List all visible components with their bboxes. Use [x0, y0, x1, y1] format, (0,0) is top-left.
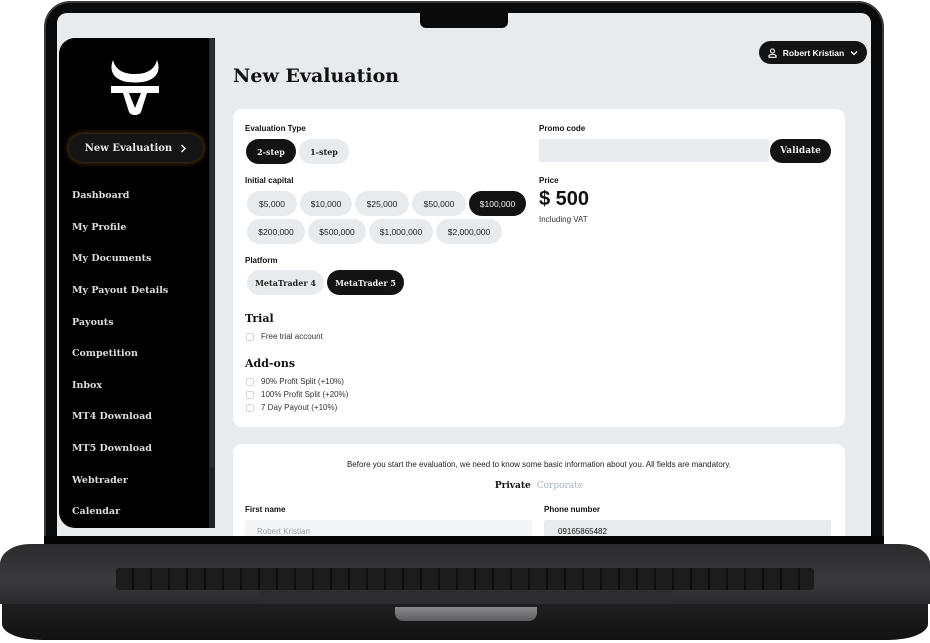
- addons-heading: Add-ons: [245, 357, 296, 370]
- phone-number-input[interactable]: 09165865482: [544, 520, 831, 536]
- capital-option-25000[interactable]: $25,000: [355, 191, 409, 216]
- promo-code-input[interactable]: [539, 139, 769, 162]
- capital-option-1000000[interactable]: $1,000,000: [369, 219, 433, 244]
- trial-heading: Trial: [245, 312, 274, 325]
- laptop-opening-lip: [395, 607, 537, 621]
- free-trial-checkbox[interactable]: [246, 332, 254, 341]
- price-vat-note: Including VAT: [539, 215, 588, 224]
- evaluation-type-2-step[interactable]: 2-step: [246, 139, 296, 164]
- evaluation-type-1-step[interactable]: 1-step: [299, 139, 349, 164]
- sidebar-item-calendar[interactable]: Calendar: [72, 496, 202, 528]
- sidebar-item-inbox[interactable]: Inbox: [72, 370, 202, 402]
- addon-label: 7 Day Payout (+10%): [261, 403, 338, 412]
- sidebar-nav: Dashboard My Profile My Documents My Pay…: [72, 180, 202, 528]
- laptop-base: [0, 536, 930, 643]
- platform-metatrader-4[interactable]: MetaTrader 4: [247, 270, 324, 295]
- initial-capital-label: Initial capital: [245, 176, 294, 185]
- addon-option[interactable]: 90% Profit Split (+10%): [246, 377, 344, 386]
- sidebar-item-competition[interactable]: Competition: [72, 338, 202, 370]
- addon-100-profit-split-checkbox[interactable]: [246, 390, 254, 399]
- tab-private[interactable]: Private: [495, 481, 531, 491]
- evaluation-config-card: Evaluation Type 2-step 1-step Initial ca…: [233, 109, 845, 427]
- addon-90-profit-split-checkbox[interactable]: [246, 377, 254, 386]
- addon-label: 100% Profit Split (+20%): [261, 390, 349, 399]
- addon-option[interactable]: 7 Day Payout (+10%): [246, 403, 337, 412]
- capital-option-50000[interactable]: $50,000: [412, 191, 466, 216]
- sidebar-item-mt5-download[interactable]: MT5 Download: [72, 433, 202, 465]
- platform-metatrader-5[interactable]: MetaTrader 5: [327, 270, 404, 295]
- phone-number-label: Phone number: [544, 505, 601, 514]
- addon-label: 90% Profit Split (+10%): [261, 377, 344, 386]
- camera-notch: [420, 13, 508, 28]
- new-evaluation-label: New Evaluation: [84, 142, 173, 154]
- capital-option-200000[interactable]: $200,000: [247, 219, 305, 244]
- first-name-label: First name: [245, 505, 286, 514]
- capital-option-100000[interactable]: $100,000: [469, 191, 526, 216]
- price-value: $ 500: [539, 188, 590, 210]
- sidebar-item-payouts[interactable]: Payouts: [72, 306, 202, 338]
- sidebar: New Evaluation Dashboard My Profile My D…: [59, 38, 215, 528]
- capital-option-5000[interactable]: $5,000: [247, 191, 297, 216]
- page-title: New Evaluation: [233, 65, 400, 87]
- personal-info-card: Before you start the evaluation, we need…: [233, 444, 845, 536]
- chevron-down-icon: [850, 50, 858, 55]
- capital-option-10000[interactable]: $10,000: [300, 191, 352, 216]
- personal-info-notice: Before you start the evaluation, we need…: [346, 460, 732, 469]
- price-label: Price: [539, 176, 559, 185]
- sidebar-item-my-payout-details[interactable]: My Payout Details: [72, 275, 202, 307]
- capital-option-2000000[interactable]: $2,000,000: [436, 219, 502, 244]
- user-icon: [768, 47, 777, 58]
- validate-button[interactable]: Validate: [770, 139, 831, 163]
- new-evaluation-button[interactable]: New Evaluation: [69, 134, 203, 162]
- sidebar-scrollbar[interactable]: [209, 38, 215, 528]
- sidebar-item-my-profile[interactable]: My Profile: [72, 212, 202, 244]
- free-trial-label: Free trial account: [261, 332, 323, 341]
- sidebar-scrollbar-thumb[interactable]: [210, 38, 214, 468]
- promo-code-label: Promo code: [539, 124, 586, 133]
- free-trial-option[interactable]: Free trial account: [246, 332, 323, 341]
- tab-corporate[interactable]: Corporate: [537, 481, 583, 491]
- sidebar-item-mt4-download[interactable]: MT4 Download: [72, 401, 202, 433]
- evaluation-type-label: Evaluation Type: [245, 124, 306, 133]
- user-name: Robert Kristian: [782, 47, 845, 58]
- keyboard: [116, 568, 814, 590]
- sidebar-item-dashboard[interactable]: Dashboard: [72, 180, 202, 212]
- capital-option-500000[interactable]: $500,000: [308, 219, 366, 244]
- chevron-right-icon: [181, 143, 187, 153]
- addon-option[interactable]: 100% Profit Split (+20%): [246, 390, 348, 399]
- sidebar-item-webtrader[interactable]: Webtrader: [72, 464, 202, 496]
- platform-label: Platform: [245, 256, 278, 265]
- addon-7-day-payout-checkbox[interactable]: [246, 403, 254, 412]
- account-type-tabs: Private Corporate: [233, 481, 845, 491]
- app-screen: New Evaluation Dashboard My Profile My D…: [57, 13, 871, 536]
- bull-head-logo-icon: [111, 60, 159, 115]
- user-menu-button[interactable]: Robert Kristian: [759, 41, 867, 64]
- sidebar-item-my-documents[interactable]: My Documents: [72, 243, 202, 275]
- first-name-input[interactable]: Robert Kristian: [245, 520, 532, 536]
